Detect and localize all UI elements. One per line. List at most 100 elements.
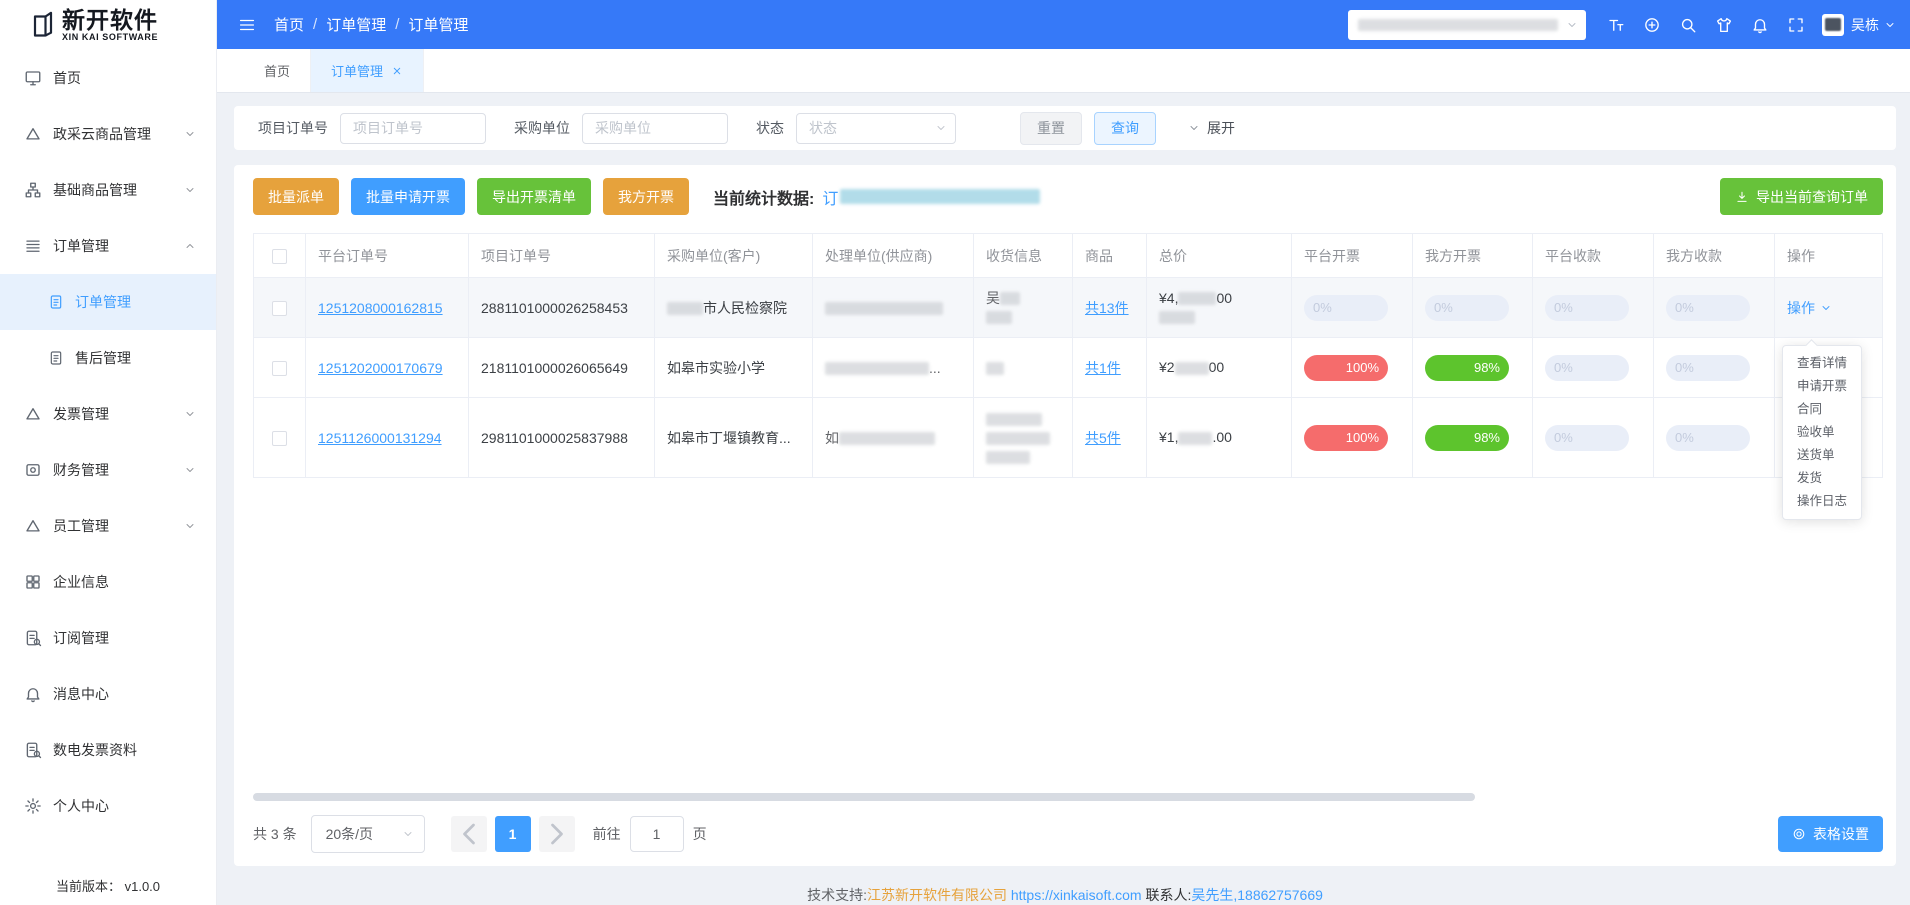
target-icon[interactable] xyxy=(1634,10,1670,40)
row-checkbox[interactable] xyxy=(272,301,287,316)
action-menu-item[interactable]: 验收单 xyxy=(1783,421,1861,444)
sidebar-item[interactable]: 政采云商品管理 xyxy=(0,106,216,162)
pagination: 共 3 条 20条/页 1 前往 页 表格设置 xyxy=(253,815,1883,853)
sidebar-item[interactable]: 数电发票资料 xyxy=(0,722,216,778)
sidebar-item[interactable]: 订阅管理 xyxy=(0,610,216,666)
tshirt-icon[interactable] xyxy=(1706,10,1742,40)
fullscreen-icon[interactable] xyxy=(1778,10,1814,40)
filter-input[interactable] xyxy=(340,113,486,144)
query-button[interactable]: 查询 xyxy=(1094,112,1156,145)
table-settings-button[interactable]: 表格设置 xyxy=(1778,816,1883,852)
sidebar-item[interactable]: 消息中心 xyxy=(0,666,216,722)
filter-input[interactable] xyxy=(582,113,728,144)
toolbar-button-导出开票清单[interactable]: 导出开票清单 xyxy=(477,178,591,215)
column-header: 平台订单号 xyxy=(306,234,469,278)
export-current-query-button[interactable]: 导出当前查询订单 xyxy=(1720,178,1883,215)
select-all-checkbox[interactable] xyxy=(272,249,287,264)
footer-segment: 江苏新开软件有限公司 xyxy=(867,887,1007,903)
table-row: 1251208000162815 2881101000026258453 市人民… xyxy=(254,278,1883,338)
global-search-input[interactable] xyxy=(1348,10,1586,40)
scrollbar-thumb[interactable] xyxy=(253,793,1475,801)
main-area: 首页/订单管理/订单管理 吴栋 首页订单管理 项目订单号 采购单位 状态 xyxy=(217,0,1910,905)
toolbar-button-批量派单[interactable]: 批量派单 xyxy=(253,178,339,215)
order-table-card: 批量派单批量申请开票导出开票清单我方开票 当前统计数据: 订 导出当前查询订单 … xyxy=(234,165,1896,866)
sidebar-item[interactable]: 员工管理 xyxy=(0,498,216,554)
footer-segment: 吴先生,18862757669 xyxy=(1191,887,1323,903)
progress-pill: 0% xyxy=(1425,295,1509,321)
platform-order-link[interactable]: 1251208000162815 xyxy=(318,300,443,316)
breadcrumb-item[interactable]: 订单管理 xyxy=(326,14,386,35)
sidebar-subitem[interactable]: 订单管理 xyxy=(0,274,216,330)
sidebar-subitem[interactable]: 售后管理 xyxy=(0,330,216,386)
sidebar-item[interactable]: 企业信息 xyxy=(0,554,216,610)
filter-label: 采购单位 xyxy=(514,118,570,138)
tab-首页[interactable]: 首页 xyxy=(244,49,311,92)
sidebar-item[interactable]: 订单管理 xyxy=(0,218,216,274)
goods-count-link[interactable]: 共1件 xyxy=(1085,360,1121,376)
sidebar-item[interactable]: 基础商品管理 xyxy=(0,162,216,218)
font-size-icon[interactable] xyxy=(1598,10,1634,40)
sidebar-item[interactable]: 财务管理 xyxy=(0,442,216,498)
row-action-button[interactable]: 操作 xyxy=(1787,298,1870,318)
chevron-down-icon xyxy=(402,828,414,840)
page-size-select[interactable]: 20条/页 xyxy=(311,815,425,853)
filter-select[interactable] xyxy=(796,113,956,144)
action-menu-item[interactable]: 申请开票 xyxy=(1783,375,1861,398)
goods-count-link[interactable]: 共13件 xyxy=(1085,300,1129,316)
platform-order-link[interactable]: 1251202000170679 xyxy=(318,360,443,376)
row-checkbox[interactable] xyxy=(272,431,287,446)
action-menu-item[interactable]: 查看详情 xyxy=(1783,352,1861,375)
search-icon[interactable] xyxy=(1670,10,1706,40)
next-page-button[interactable] xyxy=(539,816,575,852)
filter-bar: 项目订单号 采购单位 状态 重置 查询 展开 xyxy=(234,106,1896,150)
row-checkbox[interactable] xyxy=(272,361,287,376)
action-menu-item[interactable]: 送货单 xyxy=(1783,444,1861,467)
action-menu-item[interactable]: 发货 xyxy=(1783,467,1861,490)
download-icon xyxy=(1735,190,1749,204)
breadcrumb-item[interactable]: 订单管理 xyxy=(408,14,468,35)
content: 项目订单号 采购单位 状态 重置 查询 展开 批量派单批量申请开票导出开票清单我… xyxy=(217,93,1910,905)
logo-title: 新开软件 xyxy=(62,8,158,32)
hamburger-icon[interactable] xyxy=(238,16,256,34)
sidebar-menu: 首页政采云商品管理基础商品管理订单管理订单管理售后管理发票管理财务管理员工管理企… xyxy=(0,50,216,834)
column-header: 平台收款 xyxy=(1533,234,1654,278)
platform-order-link[interactable]: 1251126000131294 xyxy=(318,430,442,446)
goto-label: 前往 xyxy=(593,824,621,844)
action-menu-item[interactable]: 操作日志 xyxy=(1783,490,1861,513)
page-1-button[interactable]: 1 xyxy=(495,816,531,852)
sidebar-item[interactable]: 个人中心 xyxy=(0,778,216,834)
sidebar-item[interactable]: 发票管理 xyxy=(0,386,216,442)
toolbar: 批量派单批量申请开票导出开票清单我方开票 当前统计数据: 订 导出当前查询订单 xyxy=(253,178,1883,215)
chevron-down-icon xyxy=(184,128,196,140)
bell-icon[interactable] xyxy=(1742,10,1778,40)
card-icon xyxy=(24,461,42,479)
prev-page-button[interactable] xyxy=(451,816,487,852)
expand-toggle[interactable]: 展开 xyxy=(1188,118,1235,138)
horizontal-scrollbar xyxy=(253,793,1882,801)
search-redacted-text xyxy=(1358,19,1558,31)
toolbar-button-批量申请开票[interactable]: 批量申请开票 xyxy=(351,178,465,215)
progress-pill: 0% xyxy=(1304,295,1388,321)
chevron-down-icon xyxy=(184,408,196,420)
avatar[interactable] xyxy=(1822,14,1844,36)
stats-label: 当前统计数据: xyxy=(713,185,814,209)
user-menu[interactable]: 吴栋 xyxy=(1851,15,1896,35)
page-unit: 页 xyxy=(693,824,707,844)
chevron-down-icon xyxy=(184,464,196,476)
chevron-down-icon xyxy=(1566,19,1578,31)
action-menu-item[interactable]: 合同 xyxy=(1783,398,1861,421)
tab-订单管理[interactable]: 订单管理 xyxy=(311,49,424,92)
sidebar-item[interactable]: 首页 xyxy=(0,50,216,106)
goods-count-link[interactable]: 共5件 xyxy=(1085,430,1121,446)
stats-redacted xyxy=(840,189,1040,204)
chevron-down-icon xyxy=(184,184,196,196)
column-header: 处理单位(供应商) xyxy=(813,234,974,278)
reset-button[interactable]: 重置 xyxy=(1020,112,1082,145)
grid-icon xyxy=(24,573,42,591)
column-header: 我方收款 xyxy=(1654,234,1775,278)
goto-page-input[interactable] xyxy=(630,816,684,852)
column-header: 采购单位(客户) xyxy=(655,234,813,278)
toolbar-button-我方开票[interactable]: 我方开票 xyxy=(603,178,689,215)
breadcrumb-item[interactable]: 首页 xyxy=(274,14,304,35)
close-icon[interactable] xyxy=(391,65,403,77)
